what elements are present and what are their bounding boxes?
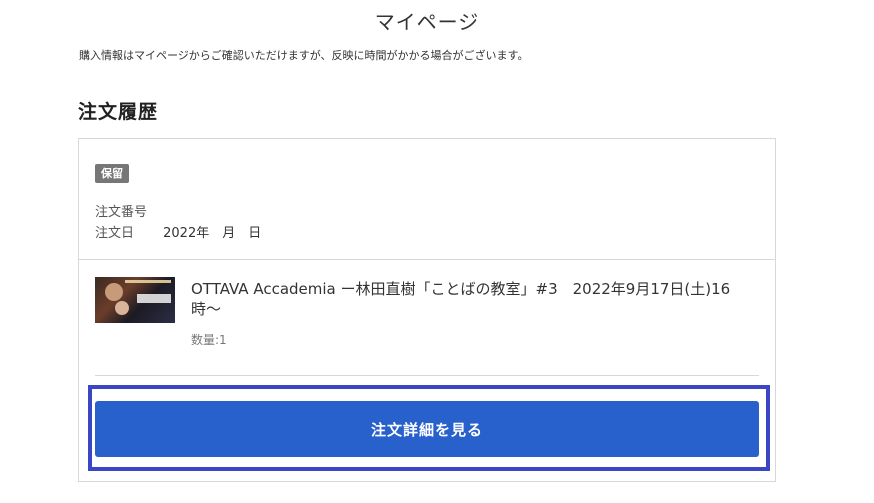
- view-order-details-button[interactable]: 注文詳細を見る: [95, 401, 759, 457]
- order-history-heading: 注文履歴: [78, 101, 159, 123]
- product-thumbnail[interactable]: [95, 277, 175, 323]
- order-date-row: 注文日 2022年 月 日: [95, 222, 261, 241]
- divider: [95, 375, 759, 376]
- order-date-label: 注文日: [95, 226, 135, 241]
- page-title: マイページ: [374, 10, 480, 34]
- order-number-label: 注文番号: [95, 205, 148, 220]
- order-date-value: 2022年 月 日: [163, 226, 262, 241]
- notice-text: 購入情報はマイページからご確認いただけますが、反映に時間がかかる場合がございます…: [79, 49, 529, 62]
- order-card-header: 保留 注文番号 注文日 2022年 月 日: [79, 139, 775, 260]
- order-card: 保留 注文番号 注文日 2022年 月 日 OTTAVA Accademia ー…: [78, 138, 776, 482]
- order-number-row: 注文番号: [95, 201, 159, 220]
- product-quantity: 数量:1: [191, 333, 227, 347]
- status-badge: 保留: [95, 164, 129, 183]
- product-title[interactable]: OTTAVA Accademia ー林田直樹「ことばの教室」#3 2022年9月…: [191, 279, 759, 319]
